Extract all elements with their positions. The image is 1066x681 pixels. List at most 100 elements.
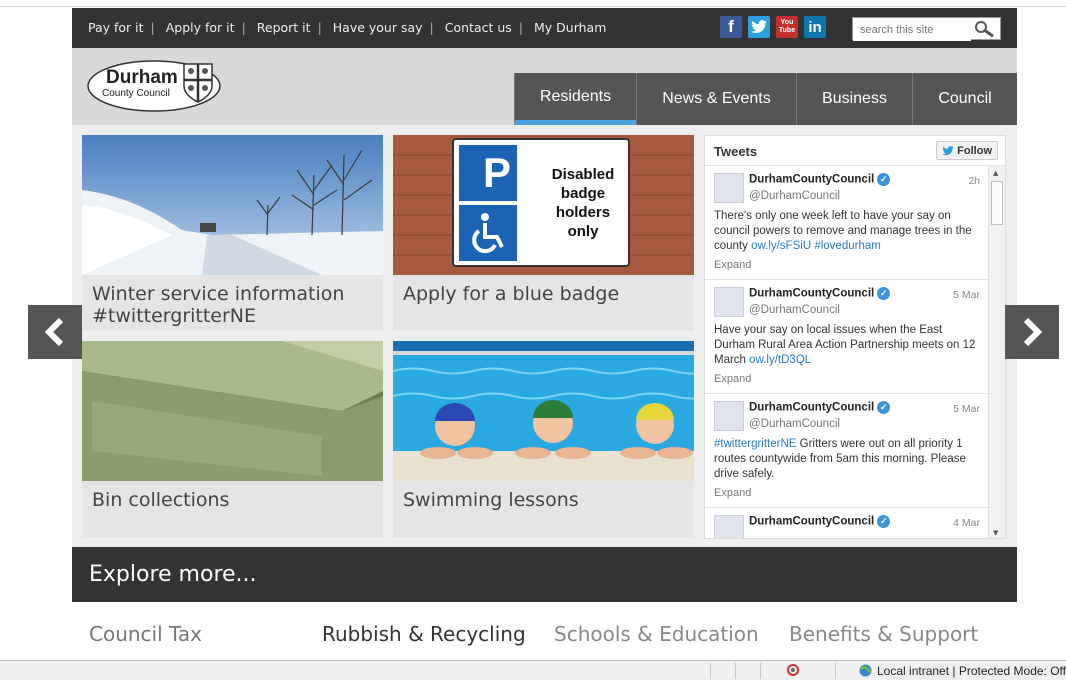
tweet-expand[interactable]: Expand	[714, 487, 751, 499]
tile-caption: Swimming lessons	[403, 489, 579, 511]
sign-line: only	[567, 223, 599, 240]
tweet-author[interactable]: DurhamCountyCouncil ✓	[749, 401, 891, 414]
chevron-left-icon	[44, 317, 64, 347]
utility-bar: Pay for it | Apply for it | Report it | Hav…	[72, 8, 1017, 48]
search-box	[852, 17, 1001, 41]
sign-parking-letter: P	[482, 149, 511, 196]
search-icon[interactable]	[974, 20, 994, 41]
utility-links: Pay for it | Apply for it | Report it | Hav…	[88, 20, 607, 35]
sign-line: holders	[555, 204, 611, 221]
link-rubbish-recycling[interactable]: Rubbish & Recycling	[322, 622, 526, 646]
tab-residents[interactable]: Residents	[514, 73, 636, 125]
tweet-time[interactable]: 5 Mar	[953, 289, 980, 301]
follow-button[interactable]: Follow	[936, 141, 998, 160]
status-divider	[710, 663, 711, 679]
main-nav: Residents News & Events Business Council	[514, 73, 1017, 125]
tab-business[interactable]: Business	[796, 73, 912, 125]
link-council-tax[interactable]: Council Tax	[89, 622, 202, 646]
tweets-title: Tweets	[714, 144, 758, 159]
tweet-expand[interactable]: Expand	[714, 259, 751, 271]
carousel-prev-button[interactable]	[28, 305, 82, 359]
durham-logo[interactable]: Durham County Council	[86, 58, 226, 113]
tweet-text: #twittergritterNE Gritters were out on a…	[714, 438, 966, 480]
privacy-icon[interactable]	[786, 663, 800, 680]
avatar[interactable]	[714, 287, 744, 317]
tweet-author[interactable]: DurhamCountyCouncil ✓	[749, 515, 891, 528]
link-have-your-say[interactable]: Have your say	[333, 20, 423, 35]
sign-text: Disabled badge holders only	[533, 165, 633, 241]
tweet-handle[interactable]: @DurhamCouncil	[749, 190, 840, 202]
chevron-right-icon	[1023, 317, 1043, 347]
verified-icon: ✓	[877, 515, 891, 528]
status-divider	[760, 663, 761, 679]
window-top-border	[0, 6, 1066, 7]
avatar[interactable]	[714, 173, 744, 203]
search-input[interactable]	[853, 19, 971, 41]
link-report-it[interactable]: Report it	[257, 20, 311, 35]
browser-status-bar: Local intranet | Protected Mode: Off	[0, 660, 1066, 680]
avatar[interactable]	[714, 401, 744, 431]
tweet-item: DurhamCountyCouncil ✓ @DurhamCouncil 2h T…	[705, 166, 988, 280]
sign-line: badge	[560, 185, 606, 202]
tweet-time[interactable]: 4 Mar	[953, 517, 980, 529]
tile-caption: Bin collections	[92, 489, 230, 511]
twitter-bird-icon	[942, 145, 954, 155]
linkedin-icon[interactable]: in	[804, 16, 826, 38]
tweet-time[interactable]: 2h	[968, 175, 980, 187]
scroll-up-icon[interactable]: ▲	[993, 169, 998, 177]
link-schools-education[interactable]: Schools & Education	[554, 622, 759, 646]
tweet-text: Have your say on local issues when the E…	[714, 324, 976, 366]
tweet-expand[interactable]: Expand	[714, 373, 751, 385]
twitter-icon[interactable]	[748, 16, 770, 38]
tweet-link[interactable]: ow.ly/sFSiU #lovedurham	[751, 240, 881, 252]
tweet-text: There's only one week left to have your …	[714, 210, 972, 252]
intranet-globe-icon	[858, 663, 873, 681]
avatar[interactable]	[714, 515, 744, 538]
sign-line: Disabled	[551, 166, 615, 183]
carousel-next-button[interactable]	[1005, 305, 1059, 359]
tweet-handle[interactable]: @DurhamCouncil	[749, 304, 840, 316]
link-my-durham[interactable]: My Durham	[534, 20, 606, 35]
logo-sub: County Council	[102, 88, 170, 99]
tweets-header: Tweets Follow	[705, 136, 1005, 166]
tab-council[interactable]: Council	[912, 73, 1017, 125]
swimming-children-image	[393, 341, 694, 481]
twitter-widget: Tweets Follow DurhamCountyCouncil ✓ @Durh…	[704, 135, 1006, 539]
tweet-link[interactable]: #twittergritterNE	[714, 438, 796, 450]
tweet-handle[interactable]: @DurhamCouncil	[749, 418, 840, 430]
tile-winter-service[interactable]: Winter service information #twittergritt…	[82, 135, 383, 331]
tile-blue-badge[interactable]: P Disabled badge holders only Apply for …	[393, 135, 694, 331]
tweet-link[interactable]: ow.ly/tD3QL	[749, 354, 811, 366]
tweet-list: DurhamCountyCouncil ✓ @DurhamCouncil 2h T…	[705, 166, 988, 538]
status-divider	[735, 663, 736, 679]
youtube-icon[interactable]: You Tube	[776, 16, 798, 38]
tweet-author[interactable]: DurhamCountyCouncil ✓	[749, 287, 891, 300]
tile-swimming-lessons[interactable]: Swimming lessons	[393, 341, 694, 537]
tab-news-events[interactable]: News & Events	[636, 73, 796, 125]
security-zone-status: Local intranet | Protected Mode: Off	[877, 664, 1066, 678]
tweets-scrollbar[interactable]: ▲ ▼	[988, 166, 1005, 538]
logo-name: Durham	[106, 67, 178, 88]
tweet-item: DurhamCountyCouncil ✓ 4 Mar	[705, 508, 988, 538]
wheelie-bins-image	[82, 341, 383, 481]
tweet-item: DurhamCountyCouncil ✓ @DurhamCouncil 5 Ma…	[705, 394, 988, 508]
winter-road-image	[82, 135, 383, 275]
follow-label: Follow	[957, 144, 992, 157]
quick-links: Council Tax Rubbish & Recycling Schools …	[72, 602, 1017, 660]
tile-bin-collections[interactable]: Bin collections	[82, 341, 383, 537]
scrollbar-thumb[interactable]	[991, 181, 1003, 225]
social-links: f You Tube in	[720, 16, 826, 38]
tweet-author[interactable]: DurhamCountyCouncil ✓	[749, 173, 891, 186]
verified-icon: ✓	[877, 287, 891, 300]
tile-caption: Winter service information #twittergritt…	[92, 283, 345, 327]
link-contact-us[interactable]: Contact us	[445, 20, 512, 35]
page: Pay for it | Apply for it | Report it | Hav…	[72, 8, 1017, 660]
tweet-time[interactable]: 5 Mar	[953, 403, 980, 415]
verified-icon: ✓	[877, 173, 891, 186]
status-divider	[835, 663, 836, 679]
link-pay-for-it[interactable]: Pay for it	[88, 20, 144, 35]
link-apply-for-it[interactable]: Apply for it	[166, 20, 235, 35]
scroll-down-icon[interactable]: ▼	[993, 529, 998, 537]
link-benefits-support[interactable]: Benefits & Support	[789, 622, 978, 646]
facebook-icon[interactable]: f	[720, 16, 742, 38]
